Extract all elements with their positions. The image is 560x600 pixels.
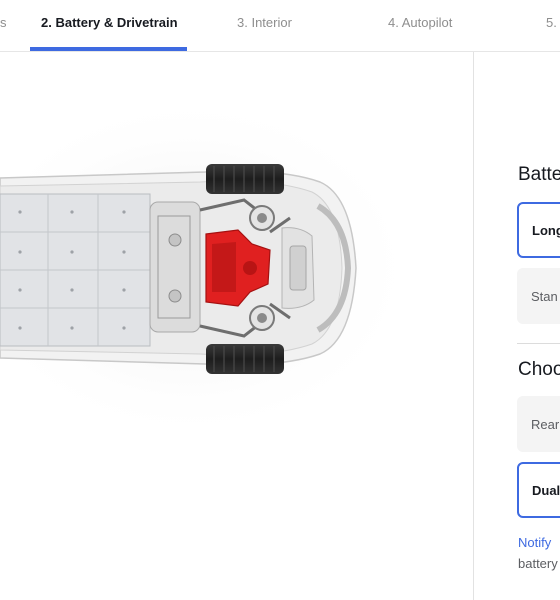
step-4-tab[interactable]: 4. Autopilot (388, 15, 452, 30)
front-left-tire (206, 164, 284, 194)
section-separator (517, 343, 560, 344)
car-chassis-top-view-icon (0, 93, 420, 443)
notify-link[interactable]: Notify (518, 535, 551, 550)
long-range-option[interactable]: Long (517, 202, 560, 258)
vehicle-render-area (0, 52, 473, 600)
step-3-tab[interactable]: 3. Interior (237, 15, 292, 30)
step-5-tab[interactable]: 5. (546, 15, 557, 30)
step-1-tab[interactable]: s (0, 15, 7, 30)
dual-motor-label: Dual (532, 482, 560, 498)
rear-wheel-drive-option[interactable]: Rear (517, 396, 560, 452)
drive-section-title: Choo (518, 359, 560, 380)
step-2-tab[interactable]: 2. Battery & Drivetrain (41, 15, 178, 30)
notify-description: battery (518, 556, 558, 571)
dual-motor-option[interactable]: Dual (517, 462, 560, 518)
battery-section-title: Batte (518, 164, 560, 185)
standard-range-label: Stan (531, 288, 558, 304)
long-range-label: Long (532, 222, 560, 238)
rear-wheel-drive-label: Rear (531, 416, 560, 432)
active-step-indicator (30, 47, 187, 51)
step-navigation: s 2. Battery & Drivetrain 3. Interior 4.… (0, 0, 560, 52)
options-panel: Batte Long Stan Choo Rear Dual Notify ba… (474, 52, 560, 600)
front-right-tire (206, 344, 284, 374)
standard-range-option[interactable]: Stan (517, 268, 560, 324)
